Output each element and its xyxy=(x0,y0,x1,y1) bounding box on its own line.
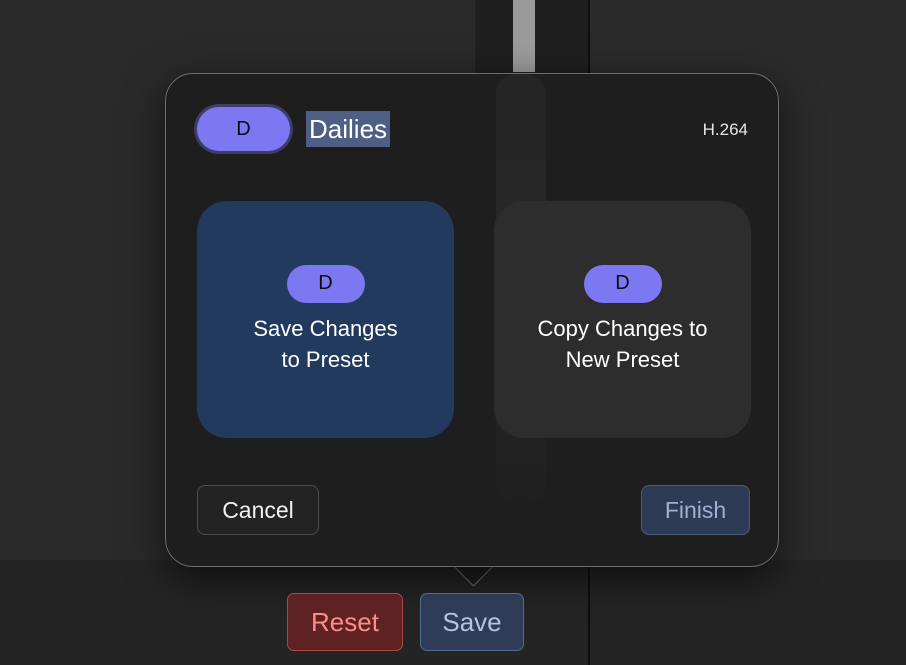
save-changes-to-preset-option[interactable]: D Save Changes to Preset xyxy=(197,201,454,438)
finish-button[interactable]: Finish xyxy=(641,485,750,535)
save-option-line2: to Preset xyxy=(281,346,370,372)
copy-preset-badge: D xyxy=(583,264,662,303)
save-preset-popover: D Dailies H.264 D Save Changes to Preset… xyxy=(165,73,779,567)
scroll-bar xyxy=(513,0,535,72)
reset-button[interactable]: Reset xyxy=(287,593,403,651)
preset-badge[interactable]: D xyxy=(197,107,290,151)
save-preset-badge: D xyxy=(286,264,365,303)
save-button[interactable]: Save xyxy=(420,593,524,651)
cancel-button[interactable]: Cancel xyxy=(197,485,319,535)
preset-name-field[interactable]: Dailies xyxy=(306,111,391,147)
codec-label: H.264 xyxy=(702,120,748,139)
copy-option-line1: Copy Changes to xyxy=(537,315,708,341)
copy-option-line2: New Preset xyxy=(565,346,680,372)
save-option-line1: Save Changes xyxy=(253,315,398,341)
copy-changes-to-new-preset-option[interactable]: D Copy Changes to New Preset xyxy=(494,201,751,438)
